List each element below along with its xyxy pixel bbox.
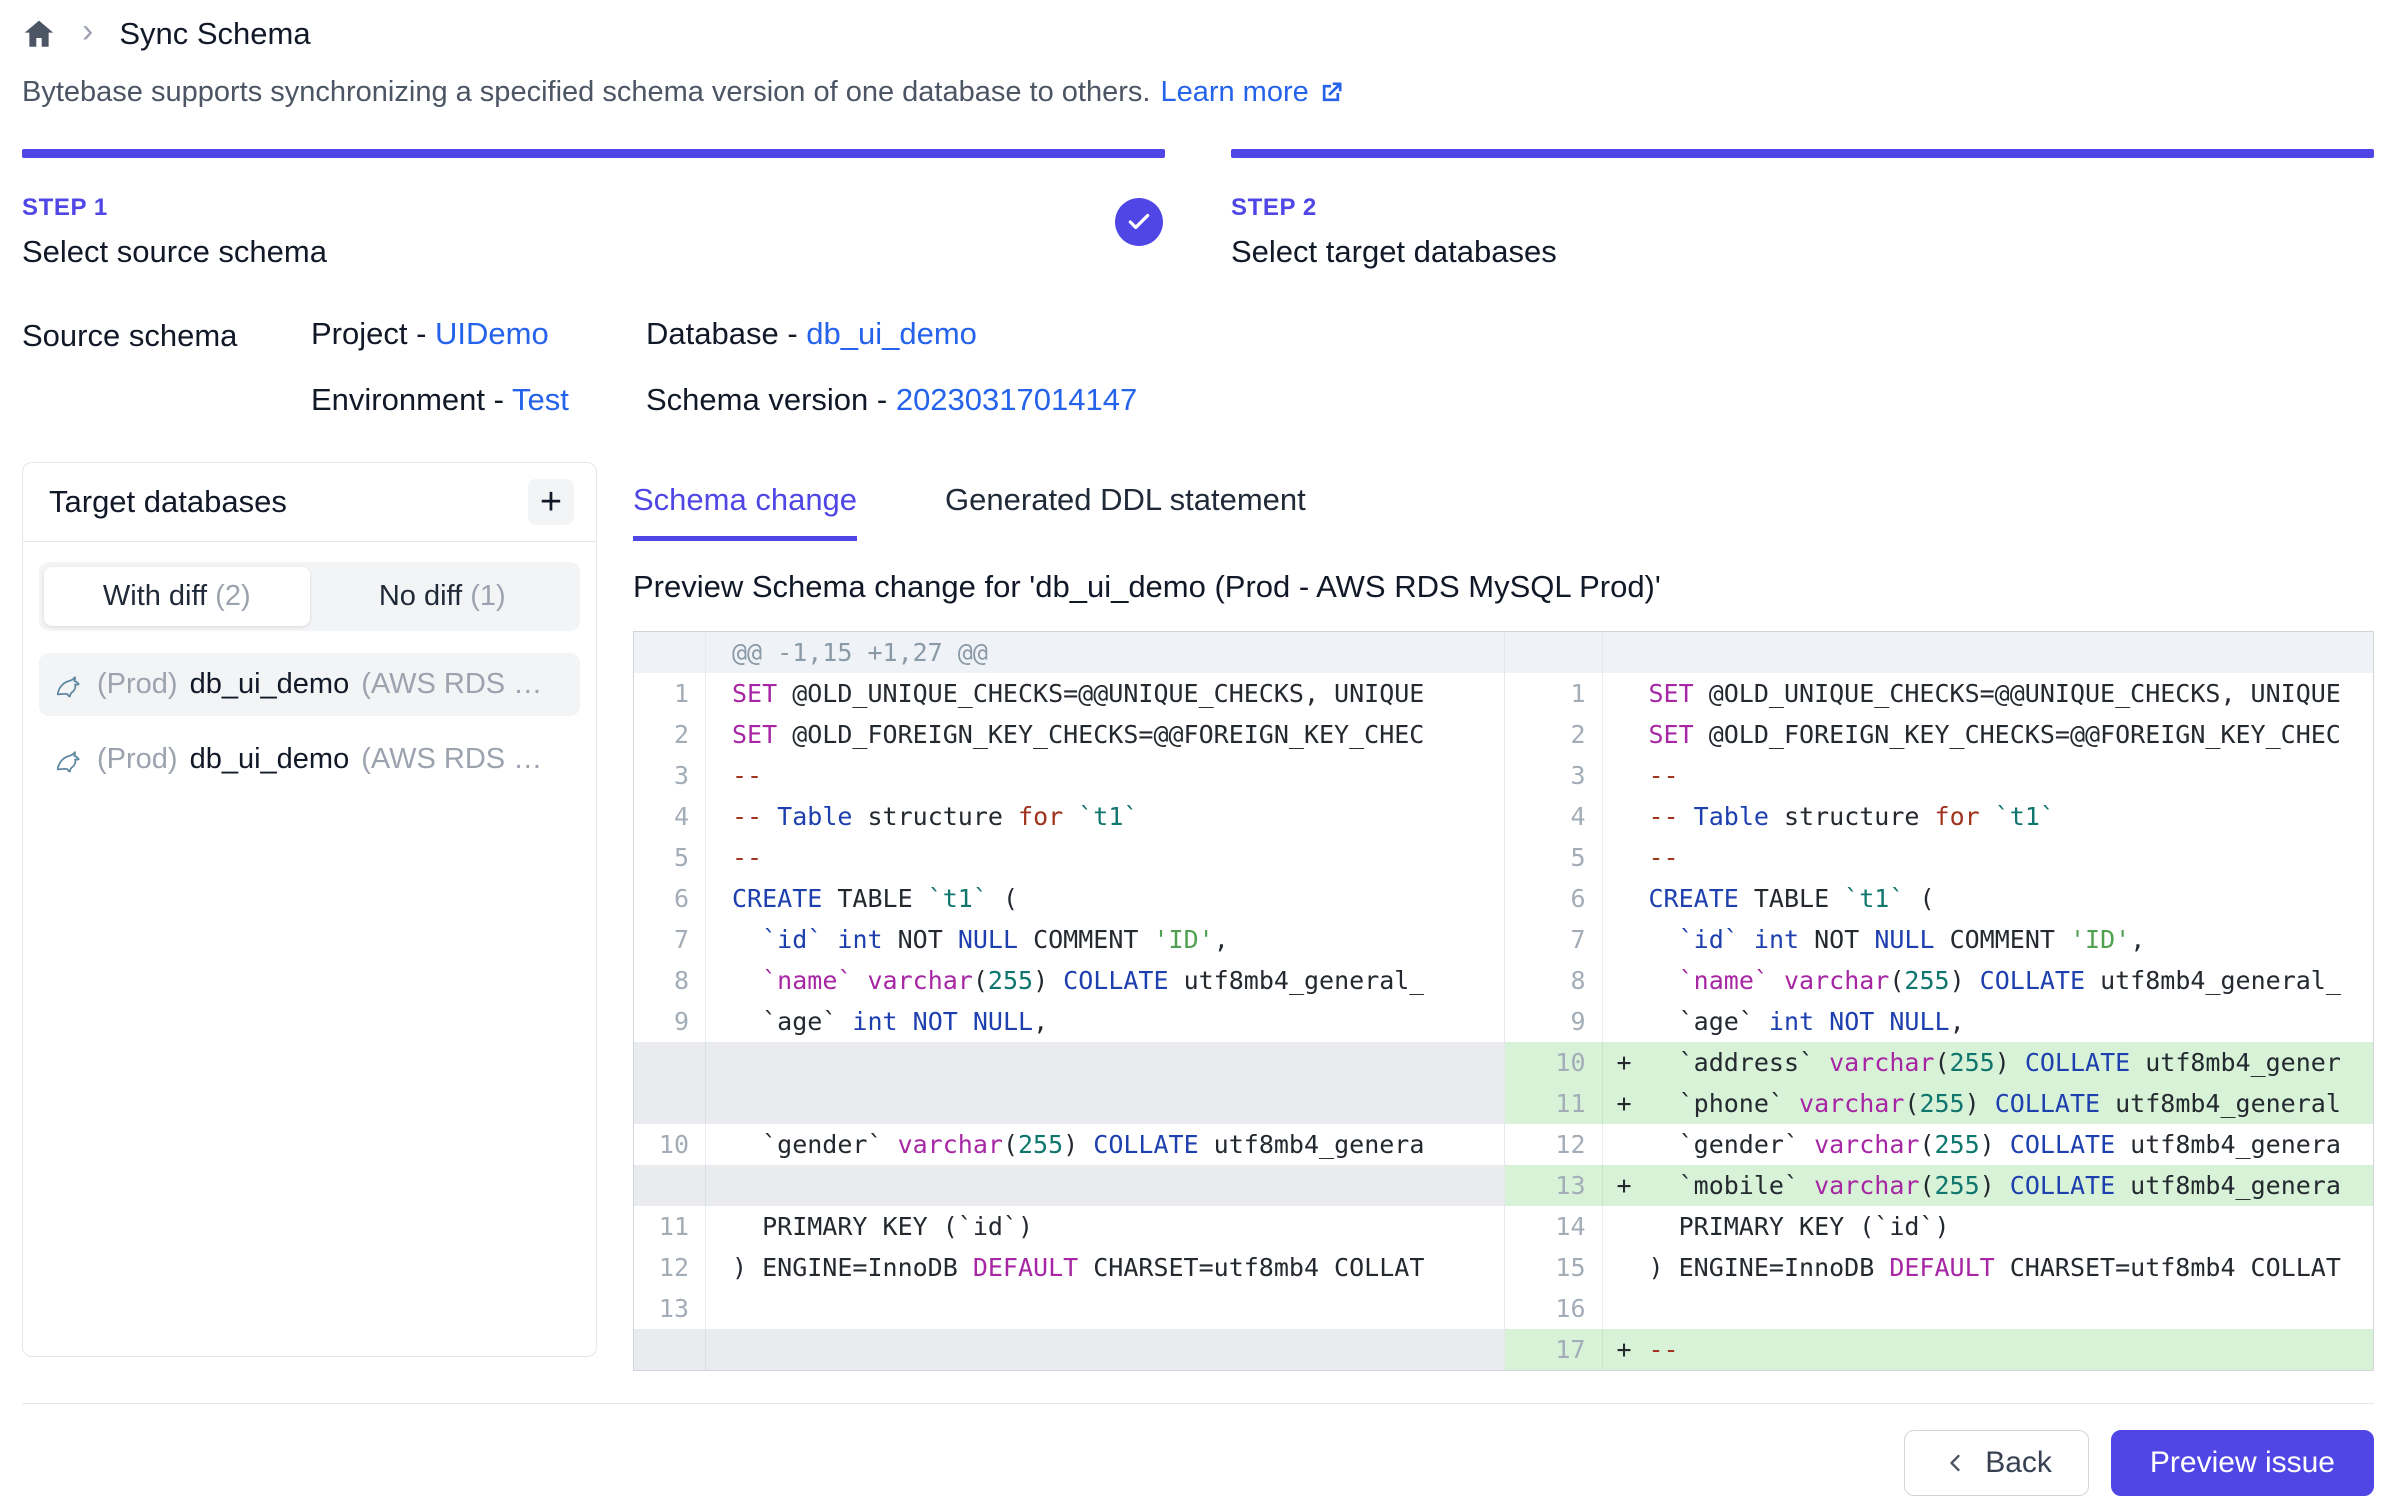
diff-pane-old: @@ -1,15 +1,27 @@1SET @OLD_UNIQUE_CHECKS… xyxy=(634,632,1504,1370)
diff-row-new: 11+ `phone` varchar(255) COLLATE utf8mb4… xyxy=(1505,1083,2374,1124)
diff-row-old: 3-- xyxy=(634,755,1504,796)
diff-row-new: 9 `age` int NOT NULL, xyxy=(1505,1001,2374,1042)
footer-divider xyxy=(22,1403,2374,1404)
diff-row-new: 3-- xyxy=(1505,755,2374,796)
diff-row-new: 17+-- xyxy=(1505,1329,2374,1370)
source-schema-summary: Source schema Project - UIDemo Database … xyxy=(22,316,2374,418)
diff-row-old: 6CREATE TABLE `t1` ( xyxy=(634,878,1504,919)
diff-pane-new: 1SET @OLD_UNIQUE_CHECKS=@@UNIQUE_CHECKS,… xyxy=(1504,632,2374,1370)
mysql-icon xyxy=(53,669,85,701)
mysql-icon xyxy=(53,744,85,776)
breadcrumb: › Sync Schema xyxy=(22,12,2374,56)
diff-row-new: 12 `gender` varchar(255) COLLATE utf8mb4… xyxy=(1505,1124,2374,1165)
target-databases-title: Target databases xyxy=(49,484,287,520)
diff-row-new: 7 `id` int NOT NULL COMMENT 'ID', xyxy=(1505,919,2374,960)
learn-more-link[interactable]: Learn more xyxy=(1160,76,1344,109)
environment-link[interactable]: Test xyxy=(512,382,569,417)
preview-tabs: Schema change Generated DDL statement xyxy=(633,482,2374,541)
diff-row-old: @@ -1,15 +1,27 @@ xyxy=(634,632,1504,673)
diff-row-new: 10+ `address` varchar(255) COLLATE utf8m… xyxy=(1505,1042,2374,1083)
diff-row-old xyxy=(634,1083,1504,1124)
diff-row-new: 13+ `mobile` varchar(255) COLLATE utf8mb… xyxy=(1505,1165,2374,1206)
tab-with-diff[interactable]: With diff (2) xyxy=(44,567,310,626)
diff-row-old: 9 `age` int NOT NULL, xyxy=(634,1001,1504,1042)
intro-text: Bytebase supports synchronizing a specif… xyxy=(22,76,1150,109)
preview-title: Preview Schema change for 'db_ui_demo (P… xyxy=(633,569,2374,605)
diff-row-old: 10 `gender` varchar(255) COLLATE utf8mb4… xyxy=(634,1124,1504,1165)
diff-row-new: 4-- Table structure for `t1` xyxy=(1505,796,2374,837)
home-icon[interactable] xyxy=(22,17,56,51)
target-databases-panel: Target databases + With diff (2) No diff… xyxy=(22,462,597,1357)
breadcrumb-chevron-icon: › xyxy=(82,14,93,54)
source-environment: Environment - Test xyxy=(311,382,646,418)
tab-generated-ddl[interactable]: Generated DDL statement xyxy=(945,482,1306,541)
footer-actions: Back Preview issue xyxy=(22,1430,2374,1496)
diff-row-old: 5-- xyxy=(634,837,1504,878)
database-list: (Prod) db_ui_demo (AWS RDS MySQL Prod) (… xyxy=(23,645,596,811)
step-progress-bars xyxy=(22,149,2374,158)
diff-row-old: 11 PRIMARY KEY (`id`) xyxy=(634,1206,1504,1247)
step1-header: STEP 1 Select source schema xyxy=(22,194,1165,270)
chevron-left-icon xyxy=(1941,1449,1969,1477)
source-database: Database - db_ui_demo xyxy=(646,316,1137,352)
diff-row-new: 2SET @OLD_FOREIGN_KEY_CHECKS=@@FOREIGN_K… xyxy=(1505,714,2374,755)
schema-diff-view: @@ -1,15 +1,27 @@1SET @OLD_UNIQUE_CHECKS… xyxy=(633,631,2374,1371)
step1-completed-badge xyxy=(1115,198,1163,246)
project-link[interactable]: UIDemo xyxy=(435,316,549,351)
step2-bar xyxy=(1231,149,2374,158)
diff-row-old xyxy=(634,1165,1504,1206)
step2-label: STEP 2 xyxy=(1231,194,2374,222)
schema-version-link[interactable]: 20230317014147 xyxy=(896,382,1137,417)
diff-row-new: 15) ENGINE=InnoDB DEFAULT CHARSET=utf8mb… xyxy=(1505,1247,2374,1288)
sync-schema-page: › Sync Schema Bytebase supports synchron… xyxy=(0,0,2396,1480)
diff-row-new: 8 `name` varchar(255) COLLATE utf8mb4_ge… xyxy=(1505,960,2374,1001)
step2-title: Select target databases xyxy=(1231,234,2374,270)
step1-bar xyxy=(22,149,1165,158)
preview-area: Schema change Generated DDL statement Pr… xyxy=(633,462,2374,1357)
step-headers: STEP 1 Select source schema STEP 2 Selec… xyxy=(22,194,2374,270)
intro: Bytebase supports synchronizing a specif… xyxy=(22,76,2374,109)
diff-row-old: 13 xyxy=(634,1288,1504,1329)
diff-row-old: 1SET @OLD_UNIQUE_CHECKS=@@UNIQUE_CHECKS,… xyxy=(634,673,1504,714)
source-schema-label: Source schema xyxy=(22,316,311,418)
check-icon xyxy=(1126,209,1152,235)
source-project: Project - UIDemo xyxy=(311,316,646,352)
step1-title: Select source schema xyxy=(22,234,1165,270)
step1-label: STEP 1 xyxy=(22,194,1165,222)
database-link[interactable]: db_ui_demo xyxy=(806,316,977,351)
diff-row-new: 14 PRIMARY KEY (`id`) xyxy=(1505,1206,2374,1247)
diff-row-old: 4-- Table structure for `t1` xyxy=(634,796,1504,837)
database-list-item[interactable]: (Prod) db_ui_demo (AWS RDS MySQL Prod) xyxy=(39,653,580,716)
external-link-icon xyxy=(1317,79,1345,107)
diff-row-new: 5-- xyxy=(1505,837,2374,878)
diff-row-old: 8 `name` varchar(255) COLLATE utf8mb4_ge… xyxy=(634,960,1504,1001)
diff-row-new xyxy=(1505,632,2374,673)
tab-no-diff[interactable]: No diff (1) xyxy=(310,567,576,626)
diff-row-new: 6CREATE TABLE `t1` ( xyxy=(1505,878,2374,919)
add-database-button[interactable]: + xyxy=(528,479,574,525)
diff-row-new: 16 xyxy=(1505,1288,2374,1329)
database-list-item[interactable]: (Prod) db_ui_demo (AWS RDS MySQL Prod) xyxy=(39,728,580,791)
diff-filter-tabs: With diff (2) No diff (1) xyxy=(39,562,580,631)
page-title: Sync Schema xyxy=(119,16,310,52)
back-button[interactable]: Back xyxy=(1904,1430,2089,1496)
tab-schema-change[interactable]: Schema change xyxy=(633,482,857,541)
main-area: Target databases + With diff (2) No diff… xyxy=(22,462,2374,1357)
diff-row-old: 2SET @OLD_FOREIGN_KEY_CHECKS=@@FOREIGN_K… xyxy=(634,714,1504,755)
step2-header: STEP 2 Select target databases xyxy=(1231,194,2374,270)
diff-row-old: 7 `id` int NOT NULL COMMENT 'ID', xyxy=(634,919,1504,960)
diff-row-old xyxy=(634,1329,1504,1370)
diff-row-new: 1SET @OLD_UNIQUE_CHECKS=@@UNIQUE_CHECKS,… xyxy=(1505,673,2374,714)
diff-row-old: 12) ENGINE=InnoDB DEFAULT CHARSET=utf8mb… xyxy=(634,1247,1504,1288)
preview-issue-button[interactable]: Preview issue xyxy=(2111,1430,2374,1496)
diff-row-old xyxy=(634,1042,1504,1083)
source-version: Schema version - 20230317014147 xyxy=(646,382,1137,418)
